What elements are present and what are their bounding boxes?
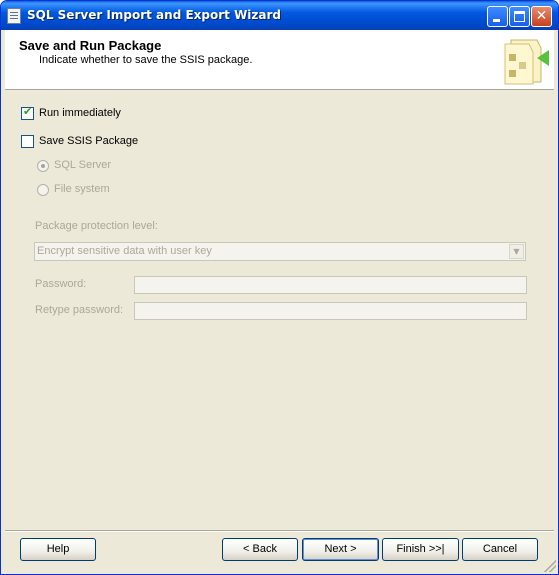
resize-grip[interactable] <box>544 560 556 572</box>
file-system-label: File system <box>54 183 110 195</box>
save-ssis-package-label[interactable]: Save SSIS Package <box>39 135 138 147</box>
finish-button[interactable]: Finish >>| <box>382 538 459 561</box>
footer-divider <box>5 530 554 532</box>
document-window-icon[interactable] <box>7 8 21 24</box>
minimize-button[interactable] <box>487 6 508 27</box>
back-button[interactable]: < Back <box>222 538 298 561</box>
wizard-header: Save and Run Package Indicate whether to… <box>5 30 554 90</box>
sql-server-radio[interactable] <box>37 160 49 172</box>
password-field[interactable] <box>134 276 527 294</box>
retype-password-field[interactable] <box>134 302 527 320</box>
maximize-button[interactable] <box>509 6 530 27</box>
protection-level-value: Encrypt sensitive data with user key <box>37 245 212 257</box>
run-immediately-checkbox[interactable] <box>21 105 34 120</box>
package-wizard-icon <box>504 39 549 85</box>
protection-level-select[interactable]: Encrypt sensitive data with user key ▼ <box>34 242 526 261</box>
file-system-radio[interactable] <box>37 184 49 196</box>
sql-server-label: SQL Server <box>54 159 112 171</box>
wizard-window: SQL Server Import and Export Wizard ✕ Sa… <box>0 0 559 575</box>
cancel-button[interactable]: Cancel <box>462 538 538 561</box>
password-label: Password: <box>35 278 87 290</box>
retype-password-label: Retype password: <box>35 304 124 316</box>
window-title: SQL Server Import and Export Wizard <box>27 8 282 22</box>
save-ssis-package-checkbox[interactable] <box>21 135 34 148</box>
next-button[interactable]: Next > <box>302 538 379 561</box>
close-button[interactable]: ✕ <box>531 6 552 27</box>
minimize-icon <box>493 19 500 22</box>
maximize-icon <box>514 11 525 22</box>
run-immediately-label[interactable]: Run immediately <box>39 107 121 119</box>
chevron-down-icon[interactable]: ▼ <box>509 244 524 259</box>
title-bar[interactable]: SQL Server Import and Export Wizard ✕ <box>1 1 558 30</box>
wizard-body: Run immediately Save SSIS Package SQL Se… <box>5 90 554 530</box>
protection-level-label: Package protection level: <box>35 220 158 232</box>
close-icon: ✕ <box>535 8 548 24</box>
help-button[interactable]: Help <box>20 538 96 561</box>
page-title: Save and Run Package <box>19 38 162 53</box>
page-subtitle: Indicate whether to save the SSIS packag… <box>39 54 253 66</box>
